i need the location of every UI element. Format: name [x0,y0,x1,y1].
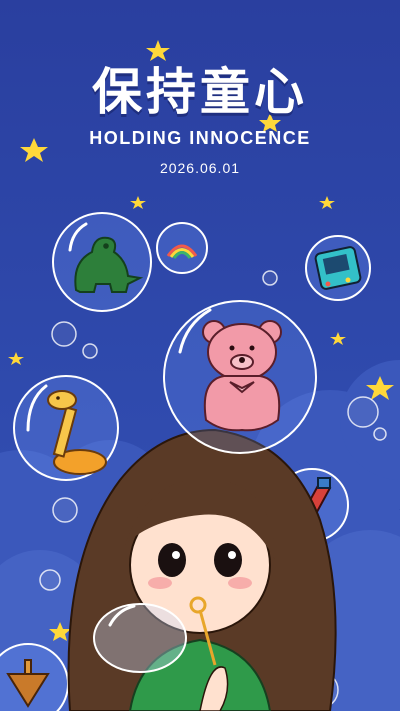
poster: 保持童心 HOLDING INNOCENCE 2026.06.01 [0,0,400,711]
game-console-icon [314,246,362,290]
poster-date: 2026.06.01 [159,160,241,176]
bubble-icon [347,396,379,428]
poster-subtitle: HOLDING INNOCENCE [89,128,311,148]
rainbow-bubble [156,222,208,274]
star-icon [8,352,24,365]
bubble-icon [39,569,61,591]
bubble-icon [373,427,387,441]
teddy-bubble [163,300,317,454]
giraffe-bubble [13,375,119,481]
dinosaur-bubble [52,212,152,312]
star-icon [330,332,346,345]
star-icon [130,196,146,209]
bubble-icon [52,497,78,523]
star-icon [319,196,335,209]
console-bubble [305,235,371,301]
poster-title: 保持童心 [92,63,308,121]
bubble-icon [51,321,77,347]
bubble-icon [82,343,98,359]
bubble-icon [262,270,278,286]
blown-bubble [93,603,187,673]
